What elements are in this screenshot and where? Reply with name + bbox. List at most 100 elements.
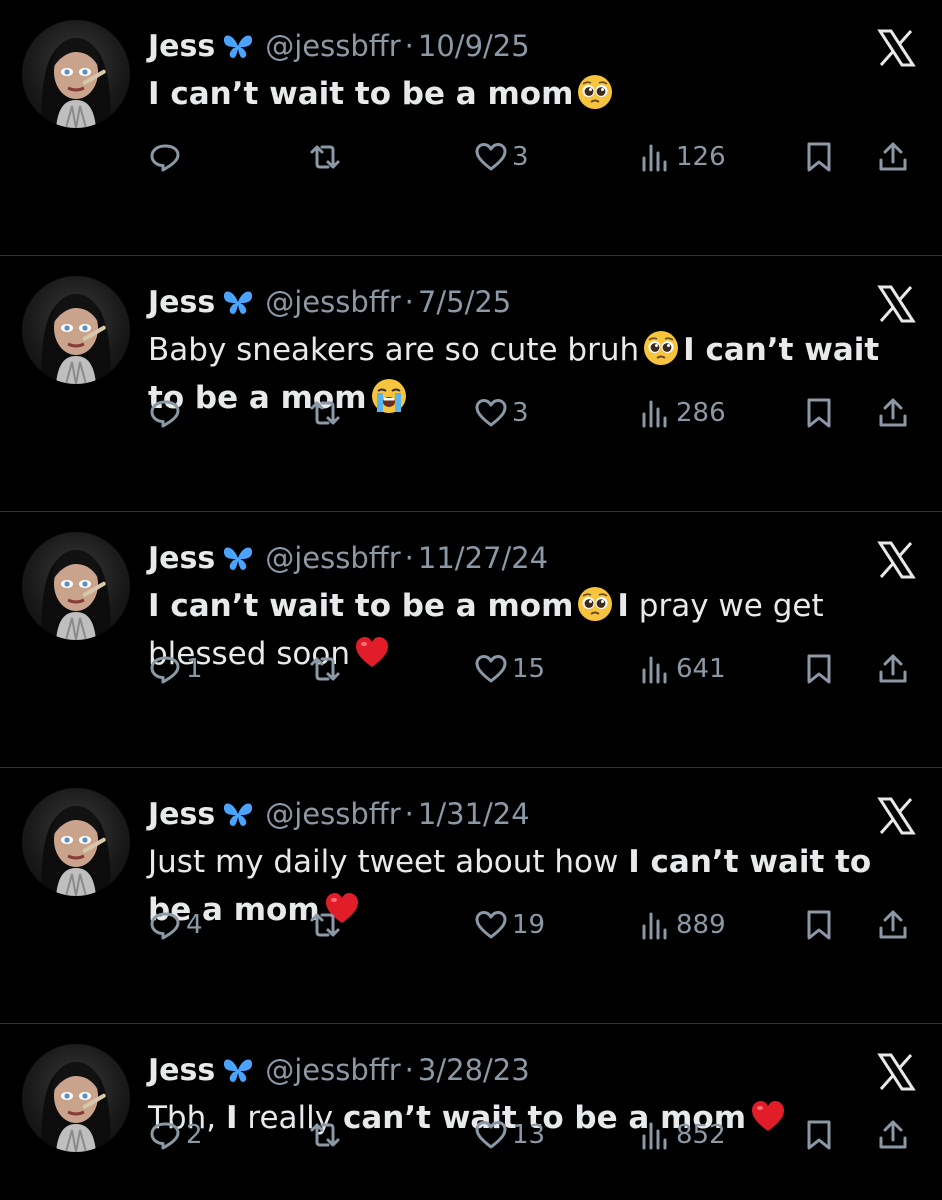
reply-button[interactable] [148,137,186,177]
views-button[interactable]: 286 [638,393,726,433]
pleading-face-emoji [644,331,679,365]
butterfly-icon [224,291,253,314]
share-button[interactable] [876,137,910,177]
handle[interactable]: @jessbffr [265,541,400,575]
like-count: 13 [512,1120,546,1150]
reply-button[interactable]: 1 [148,649,203,689]
like-button[interactable]: 3 [474,393,529,433]
butterfly-icon [224,35,253,58]
bookmark-button[interactable] [802,649,836,689]
pleading-face-emoji [578,587,613,621]
reply-icon [150,656,180,684]
separator: · [404,29,414,63]
reply-button[interactable]: 4 [148,905,203,945]
x-logo-icon [877,541,916,579]
reply-icon [150,400,180,428]
separator: · [404,285,414,319]
x-logo-icon [877,285,916,323]
view-count: 852 [676,1120,726,1150]
handle[interactable]: @jessbffr [265,1053,400,1087]
bookmark-button[interactable] [802,393,836,433]
reply-button[interactable] [148,393,186,433]
tweet-text-segment: Just my daily tweet about how [148,844,629,880]
tweet-text-bold: I can’t wait to be a mom [148,588,574,624]
share-button[interactable] [876,1115,910,1155]
repost-icon [310,913,340,937]
tweet-date[interactable]: 7/5/25 [418,285,511,319]
views-button[interactable]: 641 [638,649,726,689]
heart-icon [475,911,507,939]
reply-count: 1 [186,654,203,684]
repost-button[interactable] [308,649,342,689]
tweet-header: Jess @jessbffr · 11/27/24 [148,536,548,580]
tweet-date[interactable]: 10/9/25 [418,29,530,63]
like-button[interactable]: 15 [474,649,545,689]
avatar[interactable] [22,532,130,640]
share-button[interactable] [876,649,910,689]
separator: · [404,1053,414,1087]
avatar[interactable] [22,276,130,384]
views-icon [642,656,667,684]
display-name[interactable]: Jess [148,1053,215,1088]
share-button[interactable] [876,393,910,433]
bookmark-icon [807,142,831,172]
heart-icon [475,1121,507,1149]
reply-icon [150,1122,180,1150]
view-count: 286 [676,398,726,428]
tweet-actions: 1 15 641 [148,649,916,689]
share-button[interactable] [876,905,910,945]
avatar[interactable] [22,20,130,128]
tweet-feed: Jess @jessbffr · 10/9/25 I can’t wait to… [0,0,942,1200]
bookmark-icon [807,654,831,684]
tweet[interactable]: Jess @jessbffr · 10/9/25 I can’t wait to… [0,0,942,256]
tweet[interactable]: Jess @jessbffr · 7/5/25 Baby sneakers ar… [0,256,942,512]
avatar[interactable] [22,788,130,896]
x-logo-icon [877,29,916,67]
tweet[interactable]: Jess @jessbffr · 1/31/24 Just my daily t… [0,768,942,1024]
views-button[interactable]: 889 [638,905,726,945]
tweet-date[interactable]: 1/31/24 [418,797,530,831]
repost-button[interactable] [308,905,342,945]
views-icon [642,144,667,172]
view-count: 889 [676,910,726,940]
tweet-date[interactable]: 11/27/24 [418,541,548,575]
avatar[interactable] [22,1044,130,1152]
heart-icon [475,399,507,427]
display-name[interactable]: Jess [148,29,215,64]
bookmark-button[interactable] [802,905,836,945]
like-count: 3 [512,398,529,428]
views-button[interactable]: 126 [638,137,726,177]
bookmark-button[interactable] [802,1115,836,1155]
display-name[interactable]: Jess [148,797,215,832]
views-button[interactable]: 852 [638,1115,726,1155]
bookmark-icon [807,398,831,428]
reply-count: 4 [186,910,203,940]
handle[interactable]: @jessbffr [265,797,400,831]
tweet[interactable]: Jess @jessbffr · 3/28/23 Tbh, I really c… [0,1024,942,1200]
tweet-date[interactable]: 3/28/23 [418,1053,530,1087]
tweet-text-bold: I [617,588,629,624]
handle[interactable]: @jessbffr [265,29,400,63]
reply-button[interactable]: 2 [148,1115,203,1155]
repost-icon [310,145,340,169]
like-button[interactable]: 13 [474,1115,545,1155]
handle[interactable]: @jessbffr [265,285,400,319]
repost-button[interactable] [308,137,342,177]
like-button[interactable]: 3 [474,137,529,177]
repost-button[interactable] [308,393,342,433]
repost-button[interactable] [308,1115,342,1155]
tweet-header: Jess @jessbffr · 10/9/25 [148,24,530,68]
bookmark-icon [807,1120,831,1150]
share-icon [879,1120,907,1149]
tweet-text-segment: Baby sneakers are so cute bruh [148,332,640,368]
bookmark-button[interactable] [802,137,836,177]
tweet-text: I can’t wait to be a mom [148,70,918,118]
tweet[interactable]: Jess @jessbffr · 11/27/24 I can’t wait t… [0,512,942,768]
tweet-header: Jess @jessbffr · 7/5/25 [148,280,511,324]
repost-icon [310,401,340,425]
butterfly-icon [224,803,253,826]
display-name[interactable]: Jess [148,541,215,576]
display-name[interactable]: Jess [148,285,215,320]
tweet-actions: 2 13 852 [148,1115,916,1155]
like-button[interactable]: 19 [474,905,545,945]
